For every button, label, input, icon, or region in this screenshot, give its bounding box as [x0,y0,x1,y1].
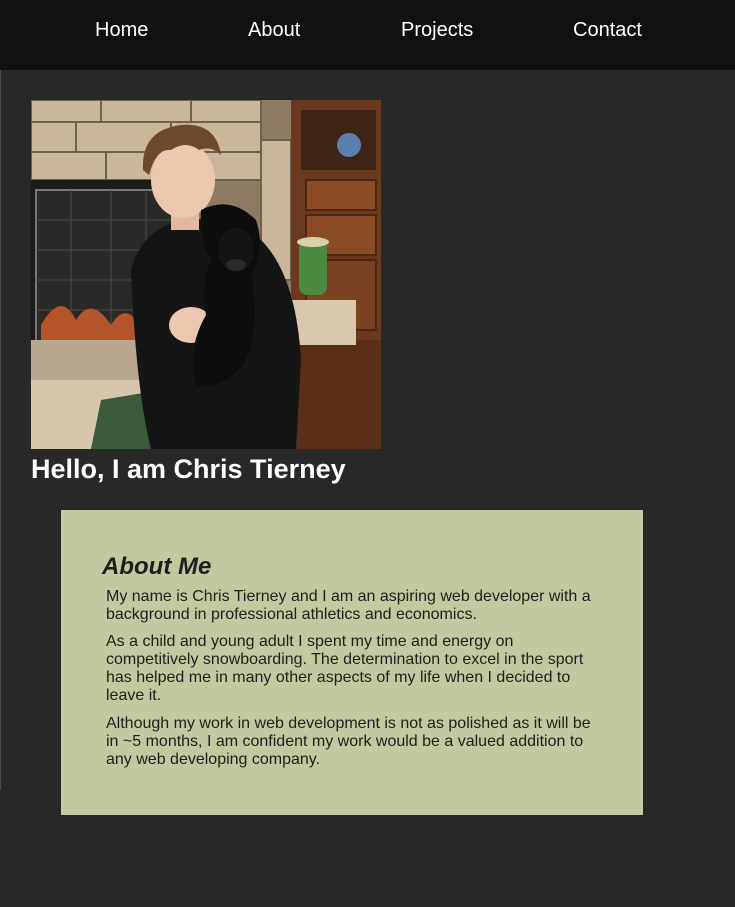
page: Home About Projects Contact Hello, I am … [0,0,735,907]
about-paragraph-1: My name is Chris Tierney and I am an asp… [106,588,591,623]
about-section: About Me My name is Chris Tierney and I … [61,510,643,815]
hero-headline: Hello, I am Chris Tierney [31,454,346,484]
navbar: Home About Projects Contact [0,0,735,70]
nav-link-home[interactable]: Home [95,18,148,42]
profile-photo [31,100,381,449]
page-edge-line [0,70,1,790]
nav-link-about[interactable]: About [248,18,300,42]
about-paragraph-3: Although my work in web development is n… [106,715,591,768]
nav-link-contact[interactable]: Contact [573,18,642,42]
nav-link-projects[interactable]: Projects [401,18,473,42]
about-paragraph-2: As a child and young adult I spent my ti… [106,633,584,704]
about-title: About Me [102,553,212,580]
